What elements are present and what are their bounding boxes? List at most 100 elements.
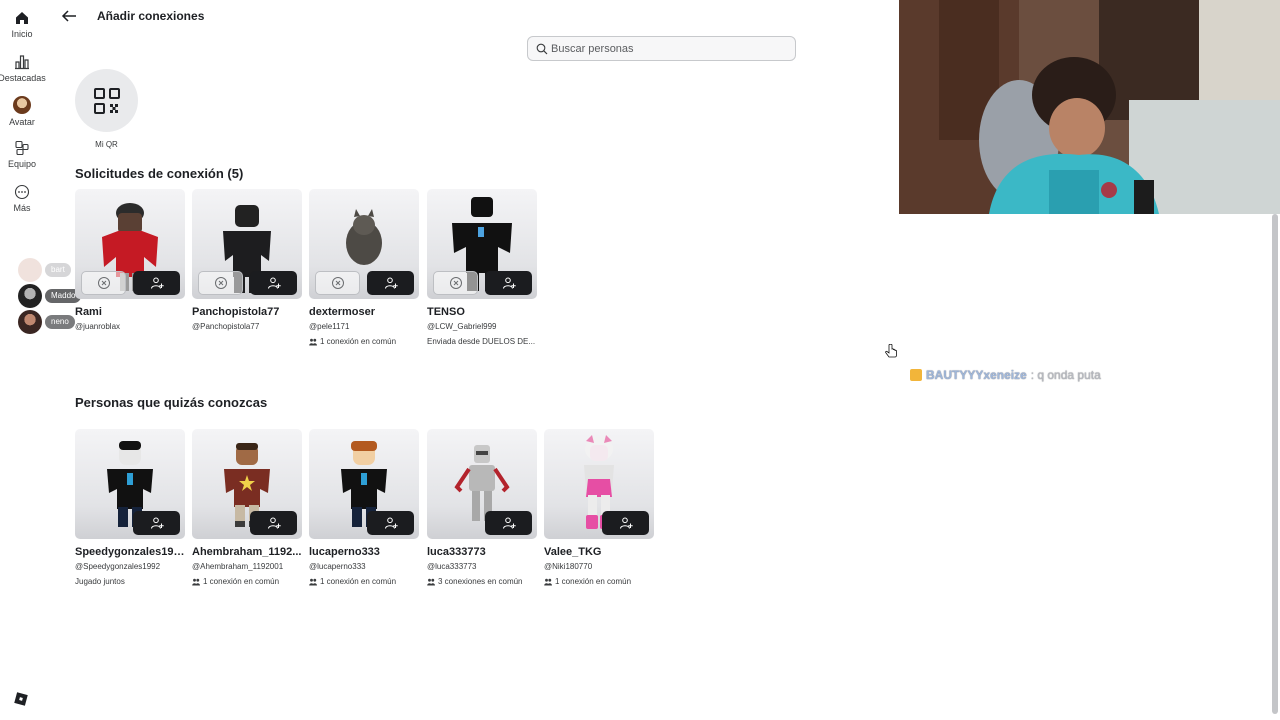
people-icon — [309, 338, 317, 345]
add-connection-button[interactable] — [602, 511, 649, 535]
add-connection-button[interactable] — [367, 511, 414, 535]
suggestion-card[interactable]: Valee_TKG @Niki180770 1 conexión en comú… — [544, 429, 654, 586]
home-icon — [16, 12, 28, 24]
request-meta: 1 conexión en común — [309, 337, 419, 346]
close-circle-icon — [449, 277, 462, 289]
accept-request-button[interactable] — [250, 271, 297, 295]
request-name[interactable]: Panchopistola77 — [192, 306, 302, 318]
people-icon — [192, 578, 200, 585]
nav-team-label: Equipo — [7, 159, 37, 169]
decline-request-button[interactable] — [315, 271, 360, 295]
request-thumbnail[interactable] — [192, 189, 302, 299]
decline-request-button[interactable] — [81, 271, 126, 295]
suggestion-card[interactable]: lucaperno333 @lucaperno333 1 conexión en… — [309, 429, 419, 586]
friend-avatar — [18, 284, 42, 308]
suggestion-name[interactable]: Speedygonzales1992 — [75, 546, 185, 558]
page-title: Añadir conexiones — [97, 9, 205, 23]
stream-chat-message: BAUTYYYxeneize : q onda puta — [910, 368, 1101, 382]
close-circle-icon — [97, 277, 110, 289]
suggestion-name[interactable]: luca333773 — [427, 546, 537, 558]
request-name[interactable]: dextermoser — [309, 306, 419, 318]
request-name[interactable]: Rami — [75, 306, 185, 318]
request-handle: @pele1171 — [309, 322, 350, 331]
suggestion-thumbnail[interactable] — [192, 429, 302, 539]
decline-request-button[interactable] — [198, 271, 243, 295]
search-input[interactable] — [551, 42, 781, 55]
suggestion-meta-text: 1 conexión en común — [320, 577, 397, 586]
close-circle-icon — [331, 277, 344, 289]
suggestion-card[interactable]: Ahembraham_1192... @Ahembraham_1192001 1… — [192, 429, 302, 586]
request-card[interactable]: Rami @juanroblax — [75, 189, 185, 331]
request-card[interactable]: TENSO @LCW_Gabriel999 Enviada desde DUEL… — [427, 189, 537, 346]
team-icon — [15, 140, 29, 156]
left-nav: Inicio Destacadas Avatar Equipo Más — [0, 0, 46, 720]
request-handle: @Panchopistola77 — [192, 322, 260, 331]
suggestion-card[interactable]: Speedygonzales1992 @Speedygonzales1992 J… — [75, 429, 185, 586]
friend-tag: neno — [45, 315, 75, 329]
add-person-icon — [267, 277, 281, 289]
request-thumbnail[interactable] — [75, 189, 185, 299]
suggestion-name[interactable]: lucaperno333 — [309, 546, 419, 558]
request-card[interactable]: dextermoser @pele1171 1 conexión en comú… — [309, 189, 419, 346]
search-icon — [536, 43, 548, 54]
add-person-icon — [384, 277, 398, 289]
request-name[interactable]: TENSO — [427, 306, 537, 318]
nav-home[interactable]: Inicio — [0, 10, 44, 39]
accept-request-button[interactable] — [367, 271, 414, 295]
suggestion-thumbnail[interactable] — [309, 429, 419, 539]
my-qr-button[interactable]: Mi QR — [75, 69, 138, 149]
close-circle-icon — [214, 277, 227, 289]
webcam-overlay — [899, 0, 1280, 214]
people-icon — [544, 578, 552, 585]
suggestion-thumbnail[interactable] — [75, 429, 185, 539]
suggestion-thumbnail[interactable] — [544, 429, 654, 539]
nav-featured[interactable]: Destacadas — [0, 54, 46, 83]
nav-more[interactable]: Más — [0, 184, 44, 213]
people-icon — [309, 578, 317, 585]
add-connection-button[interactable] — [485, 511, 532, 535]
suggestion-meta-text: 3 conexiones en común — [438, 577, 523, 586]
hand-cursor-icon — [885, 344, 897, 358]
suggestion-name[interactable]: Ahembraham_1192... — [192, 546, 302, 558]
roblox-logo-icon[interactable] — [14, 692, 28, 706]
accept-request-button[interactable] — [485, 271, 532, 295]
qr-circle — [75, 69, 138, 132]
suggestion-meta-text: Jugado juntos — [75, 577, 125, 586]
request-thumbnail[interactable] — [427, 189, 537, 299]
accept-request-button[interactable] — [133, 271, 180, 295]
suggestion-meta: 1 conexión en común — [544, 577, 654, 586]
nav-team[interactable]: Equipo — [0, 140, 44, 169]
suggestion-meta: Jugado juntos — [75, 577, 185, 586]
search-box[interactable] — [527, 36, 796, 61]
add-person-icon — [502, 277, 516, 289]
suggestions-section-title: Personas que quizás conozcas — [75, 395, 268, 410]
add-person-icon — [502, 517, 516, 529]
nav-home-label: Inicio — [11, 29, 33, 39]
suggestion-name[interactable]: Valee_TKG — [544, 546, 654, 558]
suggestion-meta: 1 conexión en común — [309, 577, 419, 586]
suggestion-meta: 3 conexiones en común — [427, 577, 537, 586]
request-handle: @juanroblax — [75, 322, 121, 331]
add-connection-button[interactable] — [133, 511, 180, 535]
suggestion-thumbnail[interactable] — [427, 429, 537, 539]
add-connection-button[interactable] — [250, 511, 297, 535]
request-handle: @LCW_Gabriel999 — [427, 322, 497, 331]
chat-username: BAUTYYYxeneize — [926, 368, 1027, 382]
scrollbar[interactable] — [1272, 214, 1278, 714]
nav-avatar[interactable]: Avatar — [0, 96, 44, 127]
suggestion-handle: @Speedygonzales1992 — [75, 562, 161, 571]
chat-text: : q onda puta — [1030, 368, 1101, 382]
request-card[interactable]: Panchopistola77 @Panchopistola77 — [192, 189, 302, 331]
suggestion-meta-text: 1 conexión en común — [203, 577, 280, 586]
suggestion-card[interactable]: luca333773 @luca333773 3 conexiones en c… — [427, 429, 537, 586]
add-person-icon — [150, 517, 164, 529]
more-icon — [14, 184, 30, 200]
webcam-image — [899, 0, 1280, 214]
decline-request-button[interactable] — [433, 271, 478, 295]
chart-icon — [15, 55, 29, 70]
request-thumbnail[interactable] — [309, 189, 419, 299]
avatar-figure-image — [346, 209, 382, 265]
add-person-icon — [150, 277, 164, 289]
back-arrow-icon[interactable] — [60, 8, 78, 24]
suggestion-handle: @Niki180770 — [544, 562, 593, 571]
